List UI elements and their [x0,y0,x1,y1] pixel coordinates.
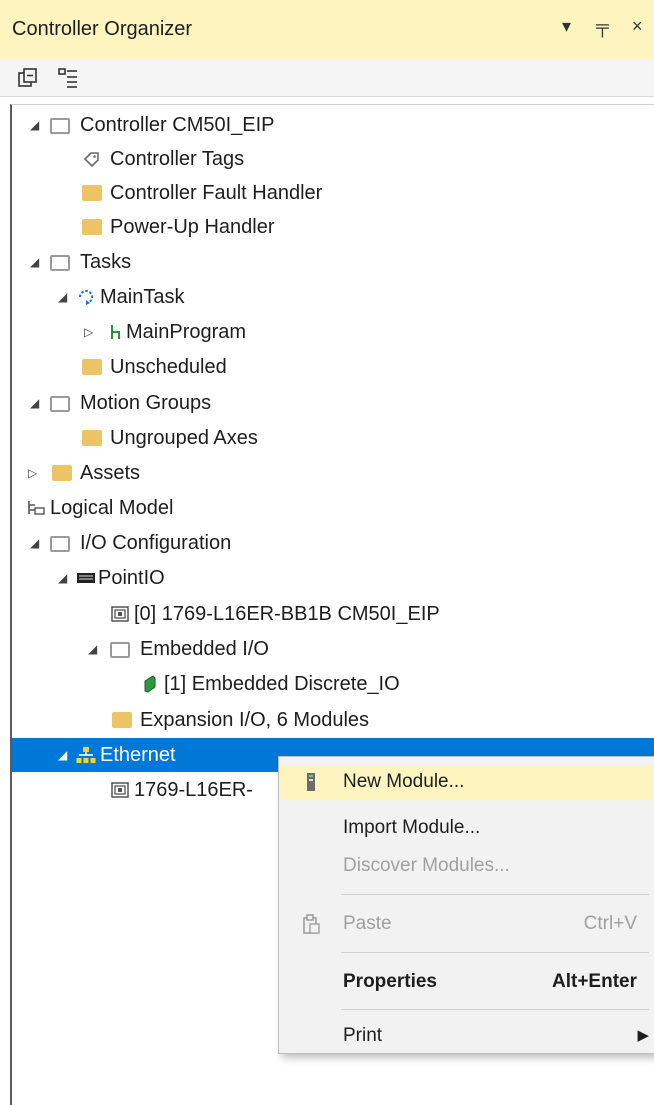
folder-open-icon [50,396,70,412]
folder-icon [82,185,102,201]
organizer-toolbar [0,60,654,97]
expanded-arrow-icon[interactable]: ◢ [58,738,67,772]
tag-icon [83,152,99,168]
tree-item-label: PointIO [98,567,165,589]
menu-item-import-module[interactable]: Import Module... [279,811,654,845]
menu-separator [341,952,649,953]
tree-item-label: Controller Tags [110,148,245,170]
tree-item-mainprogram[interactable]: ▷ MainProgram [12,315,654,349]
folder-icon [52,465,72,481]
module-icon [307,773,315,791]
show-details-icon[interactable] [56,66,80,90]
tree-item-label: Motion Groups [80,392,212,414]
tree-item-label: Logical Model [50,497,174,519]
folder-icon [82,430,102,446]
collapsed-arrow-icon[interactable]: ▷ [28,456,37,490]
expanded-arrow-icon[interactable]: ◢ [58,280,67,314]
tree-item-label: Ethernet [100,744,176,766]
continuous-task-icon [79,290,93,305]
menu-item-shortcut: Ctrl+V [583,913,637,934]
pin-icon[interactable]: ╤ [596,16,609,37]
logical-model-icon [28,501,45,515]
tree-item-label: [1] Embedded Discrete_IO [164,673,400,695]
organizer-titlebar: Controller Organizer ▾ ╤ × [0,0,654,60]
menu-separator [341,894,649,895]
tree-item-label: MainTask [100,286,185,308]
tree-item-maintask[interactable]: ◢ MainTask [12,280,654,314]
backplane-icon [77,573,95,583]
tree-item-expansion-io[interactable]: Expansion I/O, 6 Modules [12,703,654,737]
folder-icon [82,359,102,375]
menu-item-shortcut: Alt+Enter [552,971,637,992]
menu-item-label: Discover Modules... [343,855,510,876]
controller-module-icon [111,782,129,798]
program-icon [111,325,120,339]
menu-item-paste[interactable]: Paste Ctrl+V [279,907,654,941]
menu-item-discover-modules[interactable]: Discover Modules... [279,849,654,883]
expanded-arrow-icon[interactable]: ◢ [58,561,67,595]
tree-item-label: Expansion I/O, 6 Modules [140,709,370,731]
menu-item-label: Import Module... [343,817,481,838]
menu-item-label: Print [343,1025,383,1046]
collapse-all-icon[interactable] [16,66,40,90]
tree-item-ungrouped-axes[interactable]: Ungrouped Axes [12,421,654,455]
collapsed-arrow-icon[interactable]: ▷ [84,315,93,349]
tree-item-label: Ungrouped Axes [110,427,258,449]
close-icon[interactable]: × [632,16,643,37]
expanded-arrow-icon[interactable]: ◢ [30,386,39,420]
tree-item-label: Embedded I/O [140,638,269,660]
tree-item-powerup-handler[interactable]: Power-Up Handler [12,210,654,244]
tree-item-fault-handler[interactable]: Controller Fault Handler [12,176,654,210]
tree-item-controller-module[interactable]: [0] 1769-L16ER-BB1B CM50I_EIP [12,597,654,631]
menu-item-label: New Module... [343,771,465,792]
expanded-arrow-icon[interactable]: ◢ [30,526,39,560]
tree-item-label: Unscheduled [110,356,227,378]
tree-item-label: 1769-L16ER- [134,779,253,801]
submenu-arrow-icon: ▶ [637,1027,649,1044]
tree-item-motion-groups[interactable]: ◢ Motion Groups [12,386,654,420]
menu-item-label: Properties [343,971,437,992]
folder-open-icon [50,255,70,271]
panel-title: Controller Organizer [12,18,193,40]
expanded-arrow-icon[interactable]: ◢ [88,632,97,666]
io-module-icon [144,675,156,693]
tree-item-assets[interactable]: ▷ Assets [12,456,654,490]
tree-item-label: Assets [80,462,141,484]
tree-item-label: Controller Fault Handler [110,182,323,204]
tree-item-label: Controller CM50I_EIP [80,114,275,136]
folder-icon [82,219,102,235]
tree-item-io-configuration[interactable]: ◢ I/O Configuration [12,526,654,560]
tree-item-label: I/O Configuration [80,532,232,554]
folder-icon [112,712,132,728]
tree-item-label: Power-Up Handler [110,216,275,238]
tree-item-label: Tasks [80,251,132,273]
tree-item-label: MainProgram [126,321,247,343]
paste-icon [303,914,320,934]
tree-item-tasks[interactable]: ◢ Tasks [12,245,654,279]
tree-item-embedded-io[interactable]: ◢ Embedded I/O [12,632,654,666]
menu-item-print[interactable]: Print ▶ [279,1019,654,1053]
tree-item-logical-model[interactable]: Logical Model [12,491,654,525]
tree-item-controller-tags[interactable]: Controller Tags [12,142,654,176]
folder-open-icon [50,536,70,552]
network-icon [76,747,96,763]
expanded-arrow-icon[interactable]: ◢ [30,245,39,279]
folder-open-icon [50,118,70,134]
menu-item-new-module[interactable]: New Module... [279,765,654,799]
expanded-arrow-icon[interactable]: ◢ [30,108,39,142]
tree-item-embedded-discrete-io[interactable]: [1] Embedded Discrete_IO [12,667,654,701]
folder-open-icon [110,642,130,658]
controller-module-icon [111,606,129,622]
menu-item-label: Paste [343,913,392,934]
tree-item-label: [0] 1769-L16ER-BB1B CM50I_EIP [134,603,440,625]
context-menu: New Module... Import Module... Discover … [278,756,654,1054]
dropdown-icon[interactable]: ▾ [562,16,571,37]
tree-item-pointio[interactable]: ◢ PointIO [12,561,654,595]
menu-separator [341,1009,649,1010]
menu-item-properties[interactable]: Properties Alt+Enter [279,965,654,999]
tree-item-unscheduled[interactable]: Unscheduled [12,350,654,384]
tree-item-controller[interactable]: ◢ Controller CM50I_EIP [12,108,654,142]
